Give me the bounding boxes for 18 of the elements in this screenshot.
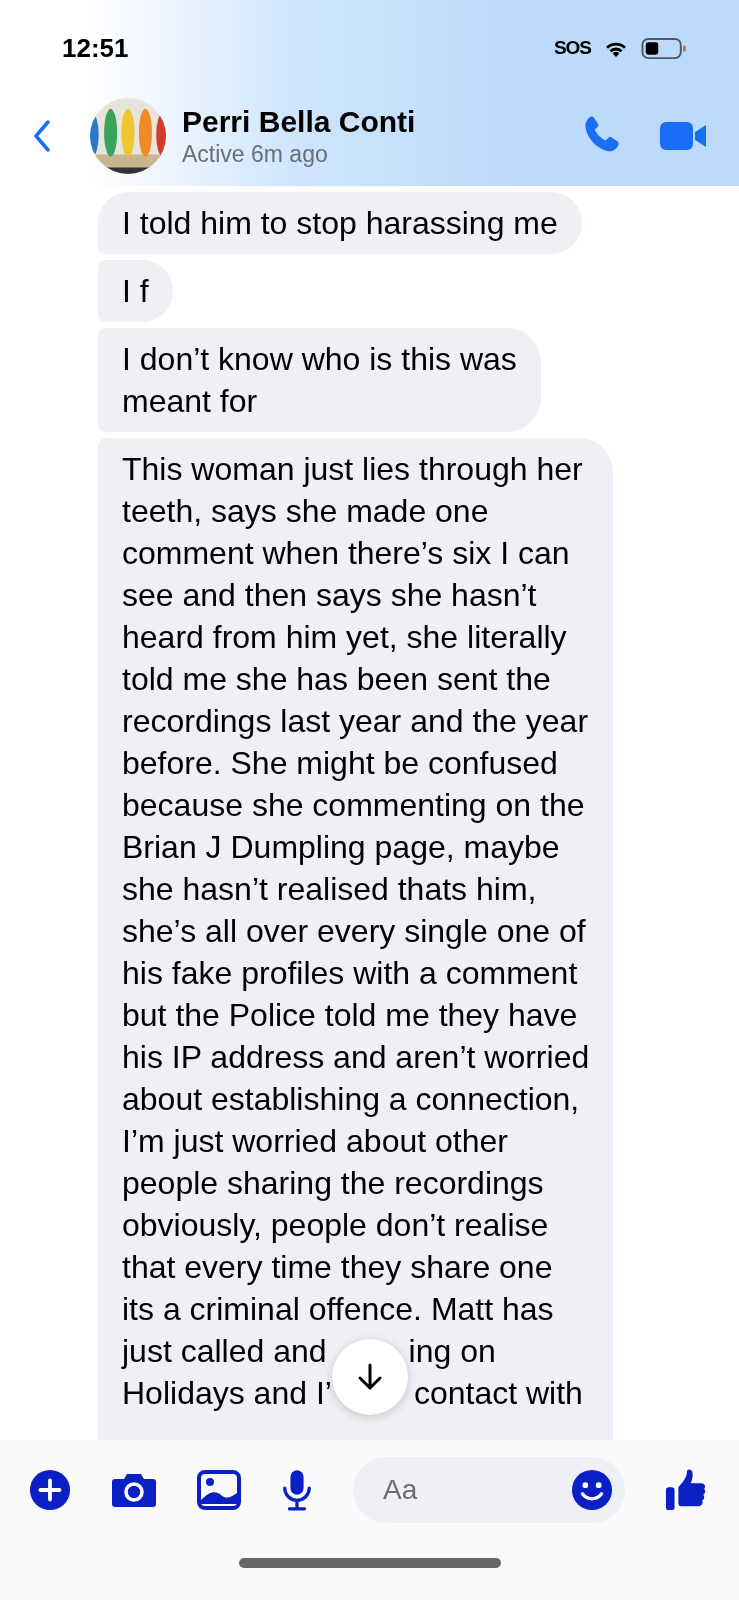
image-icon[interactable] xyxy=(197,1470,241,1510)
sos-indicator: SOS xyxy=(553,37,591,59)
microphone-icon[interactable] xyxy=(281,1469,313,1511)
message-bubble: I told him to stop harassing me xyxy=(98,192,582,254)
video-camera-icon[interactable] xyxy=(659,119,709,153)
message-bubble: This woman just lies through her teeth, says she made one comment when there’s six I can see and then says she hasn’t heard from him yet, she literally told me she has been sent the recordings last year and the year before. She might be confused because she commenting on the Brian J Dumpling page, maybe she hasn’t realised thats him, she’s all over every single one of his fake profiles with a comment but the Police told me they have his IP address and aren’t worried about establishing a connection, I’m just worried about other people sharing the recordings obviously, people don’t realise that every time they share one its a criminal offence. Matt has just called and ing on Holidays and I’ contact with xyxy=(98,438,614,1440)
message-bubble: I don’t know who is this was meant for xyxy=(98,328,541,432)
contact-name[interactable]: Perri Bella Conti xyxy=(182,104,577,139)
add-icon[interactable] xyxy=(29,1469,71,1511)
message-input[interactable]: Aa xyxy=(381,1473,571,1507)
back-icon[interactable] xyxy=(32,119,52,153)
message-bubble: I f xyxy=(98,260,173,322)
emoji-icon[interactable] xyxy=(571,1469,613,1511)
message-field[interactable]: Aa xyxy=(353,1457,625,1523)
status-time: 12:51 xyxy=(62,32,129,64)
battery-icon xyxy=(641,36,687,60)
thumbs-up-icon[interactable] xyxy=(665,1468,707,1512)
presence-status: Active 6m ago xyxy=(182,140,329,168)
